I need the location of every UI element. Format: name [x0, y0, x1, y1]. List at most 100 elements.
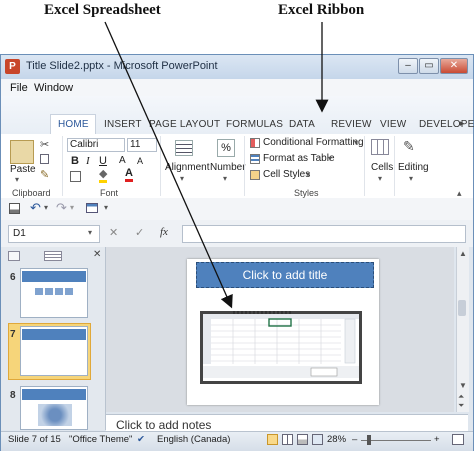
slide-show-icon[interactable] [312, 434, 323, 445]
outline-tab-icon[interactable] [44, 251, 62, 261]
pane-close-icon[interactable]: ✕ [93, 249, 101, 260]
customize-qat-icon[interactable]: ▾ [104, 203, 108, 212]
menu-window[interactable]: Window [34, 82, 73, 94]
next-slide-icon[interactable]: ⏷ [458, 401, 464, 411]
tab-formulas[interactable]: FORMULAS [226, 119, 283, 130]
paste-dropdown-icon[interactable]: ▾ [15, 175, 19, 184]
language-indicator[interactable]: English (Canada) [157, 434, 230, 445]
font-name-select[interactable]: Calibri [67, 138, 125, 152]
number-button-label[interactable]: Number [210, 162, 246, 173]
number-dropdown-icon[interactable]: ▾ [223, 174, 227, 183]
bold-icon[interactable]: B [71, 155, 79, 167]
tab-view[interactable]: VIEW [380, 119, 406, 130]
scroll-down-icon[interactable]: ▼ [459, 381, 467, 390]
underline-icon[interactable]: U [99, 155, 107, 167]
format-as-table-button[interactable]: Format as Table [263, 153, 335, 164]
undo-icon[interactable]: ↶ [30, 200, 41, 216]
separator [364, 136, 365, 196]
cell-styles-dropdown-icon[interactable]: ▾ [306, 170, 310, 179]
conditional-formatting-button[interactable]: Conditional Formatting [263, 137, 364, 148]
scrollbar-thumb[interactable] [458, 300, 466, 316]
font-color-icon[interactable]: A [125, 168, 133, 182]
undo-dropdown-icon[interactable]: ▾ [44, 203, 48, 212]
borders-icon[interactable] [70, 171, 81, 182]
paste-icon[interactable] [10, 140, 34, 164]
zoom-out-button[interactable]: – [352, 434, 357, 445]
tab-data[interactable]: DATA [289, 119, 315, 130]
fit-slide-icon[interactable] [452, 434, 464, 445]
notes-placeholder[interactable]: Click to add notes [116, 418, 211, 432]
slide-number: 7 [10, 329, 16, 340]
thumbnail-title-bar [22, 329, 86, 340]
redo-dropdown-icon[interactable]: ▾ [70, 203, 74, 212]
window-title: Title Slide2.pptx - Microsoft PowerPoint [26, 60, 218, 72]
tab-review[interactable]: REVIEW [331, 119, 372, 130]
font-group-label: Font [100, 188, 119, 198]
conditional-formatting-icon [250, 138, 260, 148]
clipboard-group-label: Clipboard [12, 188, 51, 198]
cells-dropdown-icon[interactable]: ▾ [378, 174, 382, 183]
separator [394, 136, 395, 196]
alignment-icon[interactable] [175, 140, 193, 156]
formula-input[interactable] [182, 225, 466, 243]
menu-file[interactable]: File [10, 82, 28, 94]
cut-icon[interactable]: ✂ [40, 138, 49, 151]
spreadsheet-grid [203, 314, 359, 381]
name-box-dropdown-icon[interactable]: ▾ [88, 228, 92, 237]
format-as-table-dropdown-icon[interactable]: ▾ [328, 154, 332, 163]
copy-icon[interactable] [40, 154, 49, 164]
slide-title-placeholder[interactable]: Click to add title [196, 262, 374, 288]
powerpoint-app-icon: P [5, 59, 20, 74]
enter-icon[interactable]: ✓ [135, 226, 144, 239]
save-icon[interactable] [9, 203, 20, 214]
spell-check-icon[interactable]: ✔ [137, 434, 145, 445]
italic-icon[interactable]: I [86, 155, 90, 167]
editing-dropdown-icon[interactable]: ▾ [409, 174, 413, 183]
cancel-icon[interactable]: ✕ [109, 226, 118, 239]
thumbnail-title-bar [22, 271, 86, 282]
thumbnail-title-bar [22, 389, 86, 400]
zoom-slider-thumb[interactable] [367, 435, 371, 445]
resize-handle-top[interactable] [233, 311, 293, 314]
minimize-button[interactable]: – [398, 58, 418, 74]
maximize-button[interactable]: ▭ [419, 58, 439, 74]
font-size-select[interactable]: 11 [127, 138, 157, 152]
slide-sorter-icon[interactable] [282, 434, 293, 445]
zoom-slider-track[interactable] [361, 440, 431, 441]
redo-icon[interactable]: ↷ [56, 200, 67, 216]
name-box-value: D1 [13, 228, 26, 239]
scroll-up-icon[interactable]: ▲ [459, 249, 467, 258]
tab-scroll-right-icon[interactable]: ▸ [460, 118, 465, 129]
separator [62, 136, 63, 196]
fill-color-icon[interactable]: ◆ [99, 169, 108, 183]
separator [244, 136, 245, 196]
close-button[interactable]: ✕ [440, 58, 468, 74]
normal-view-icon[interactable] [267, 434, 278, 445]
font-grow-icon[interactable]: A [119, 155, 126, 166]
conditional-formatting-dropdown-icon[interactable]: ▾ [354, 138, 358, 147]
zoom-level[interactable]: 28% [327, 434, 346, 445]
theme-name[interactable]: "Office Theme" [69, 434, 132, 445]
thumbnail-table [35, 288, 75, 295]
font-shrink-icon[interactable]: A [137, 156, 143, 166]
excel-spreadsheet-annotation: Excel Spreadsheet [44, 2, 161, 18]
paste-button-label[interactable]: Paste [10, 164, 36, 175]
cell-styles-button[interactable]: Cell Styles [263, 169, 310, 180]
editing-button-label[interactable]: Editing [398, 162, 429, 173]
insert-function-icon[interactable]: fx [160, 226, 168, 238]
tab-home[interactable]: HOME [58, 119, 89, 130]
alignment-button-label[interactable]: Alignment [165, 162, 209, 173]
slides-tab-icon[interactable] [8, 251, 20, 261]
editing-icon[interactable]: ✎ [403, 138, 415, 155]
alignment-dropdown-icon[interactable]: ▾ [180, 174, 184, 183]
tab-developer[interactable]: DEVELOPER [419, 119, 474, 130]
zoom-in-button[interactable]: + [434, 434, 440, 445]
number-format-icon[interactable]: % [217, 139, 235, 157]
tab-page-layout[interactable]: PAGE LAYOUT [149, 119, 220, 130]
cells-icon[interactable] [371, 139, 389, 155]
reading-view-icon[interactable] [297, 434, 308, 445]
form-icon[interactable] [86, 203, 98, 213]
cells-button-label[interactable]: Cells [371, 162, 393, 173]
tab-insert[interactable]: INSERT [104, 119, 142, 130]
format-painter-icon[interactable]: ✎ [40, 168, 49, 181]
